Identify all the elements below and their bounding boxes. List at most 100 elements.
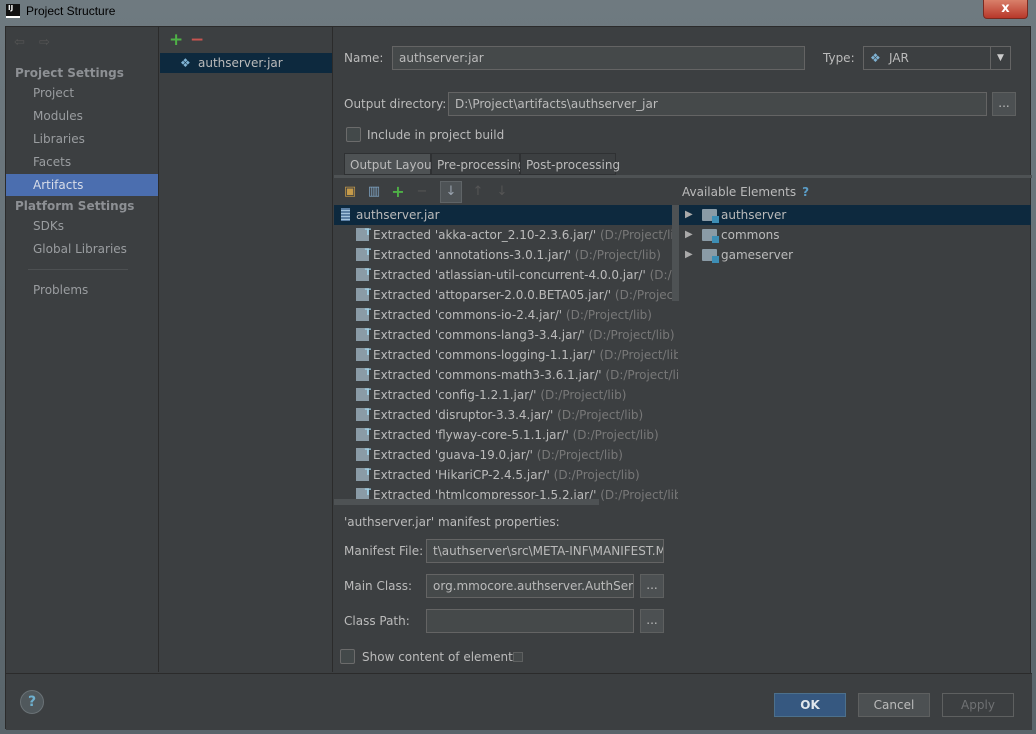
settings-sidebar: ⇦ ⇨ Project Settings Project Modules Lib…	[6, 27, 159, 672]
ok-button[interactable]: OK	[774, 693, 846, 717]
tree-row-jar-name: 'annotations-3.0.1.jar/'	[434, 248, 571, 262]
tree-row-extracted-jar[interactable]: Extracted 'flyway-core-5.1.1.jar/' (D:/P…	[334, 423, 678, 445]
include-in-build-checkbox[interactable]	[346, 127, 361, 142]
tree-row-jar-name: 'commons-math3-3.6.1.jar/'	[434, 368, 602, 382]
expand-triangle-icon[interactable]: ▶	[685, 225, 693, 245]
add-artifact-button[interactable]: +	[169, 30, 183, 50]
move-down-icon[interactable]: ↓	[494, 184, 510, 200]
tree-row-extracted-jar[interactable]: Extracted 'commons-logging-1.1.jar/' (D:…	[334, 343, 678, 365]
tree-row-extracted-jar[interactable]: Extracted 'commons-io-2.4.jar/' (D:/Proj…	[334, 303, 678, 325]
tree-row-extracted-jar[interactable]: Extracted 'atlassian-util-concurrent-4.0…	[334, 263, 678, 285]
tree-row-prefix: Extracted	[373, 248, 431, 262]
project-settings-header: Project Settings	[15, 66, 124, 80]
tree-row-jar-name: 'atlassian-util-concurrent-4.0.0.jar/'	[434, 268, 646, 282]
show-content-checkbox[interactable]	[340, 649, 355, 664]
name-label: Name:	[344, 51, 384, 65]
manifest-file-input[interactable]: t\authserver\src\META-INF\MANIFEST.MF	[426, 539, 664, 563]
browse-class-path-button[interactable]: ...	[640, 609, 664, 633]
tree-row-path: (D:/Project/lib)	[599, 348, 678, 362]
tree-row-path: (D:/Project/lib)	[572, 428, 659, 442]
artifact-item-authserver-jar[interactable]: ❖ authserver:jar	[160, 53, 332, 73]
available-module-gameserver[interactable]: ▶ gameserver	[679, 245, 1031, 265]
tab-pre-processing[interactable]: Pre-processing	[431, 153, 525, 175]
tree-root-label: authserver.jar	[356, 208, 440, 222]
tree-row-path: (D:/Project/lib)	[600, 488, 678, 502]
tree-row-extracted-jar[interactable]: Extracted 'guava-19.0.jar/' (D:/Project/…	[334, 443, 678, 465]
browse-main-class-button[interactable]: ...	[640, 574, 664, 598]
class-path-input[interactable]	[426, 609, 634, 633]
expand-triangle-icon[interactable]: ▶	[685, 205, 693, 225]
tree-row-extracted-jar[interactable]: Extracted 'commons-math3-3.6.1.jar/' (D:…	[334, 363, 678, 385]
tree-row-path: (D:/Project/lib)	[588, 328, 675, 342]
sidebar-item-sdks[interactable]: SDKs	[6, 215, 158, 237]
add-copy-icon[interactable]: +	[390, 184, 406, 200]
manifest-properties-title: 'authserver.jar' manifest properties:	[344, 515, 560, 529]
cancel-button[interactable]: Cancel	[858, 693, 930, 717]
sort-elements-icon[interactable]: ↓	[440, 181, 462, 203]
available-module-authserver[interactable]: ▶ authserver	[679, 205, 1031, 225]
help-button[interactable]: ?	[20, 690, 44, 714]
available-module-label: commons	[721, 228, 780, 242]
extracted-archive-icon	[356, 463, 371, 483]
expand-triangle-icon[interactable]: ▶	[685, 245, 693, 265]
tree-row-extracted-jar[interactable]: Extracted 'commons-lang3-3.4.jar/' (D:/P…	[334, 323, 678, 345]
sidebar-item-facets[interactable]: Facets	[6, 151, 158, 173]
extracted-archive-icon	[356, 303, 371, 323]
main-class-input[interactable]: org.mmocore.authserver.AuthServer	[426, 574, 634, 598]
available-module-commons[interactable]: ▶ commons	[679, 225, 1031, 245]
tree-row-extracted-jar[interactable]: Extracted 'disruptor-3.3.4.jar/' (D:/Pro…	[334, 403, 678, 425]
tree-row-path: (D:/Project/lib)	[553, 468, 640, 482]
project-structure-window: IJ Project Structure x ⇦ ⇨ Project Setti…	[0, 0, 1036, 734]
show-content-options-icon[interactable]	[513, 652, 523, 662]
chevron-down-icon[interactable]: ▼	[990, 47, 1010, 69]
output-directory-input[interactable]: D:\Project\artifacts\authserver_jar	[448, 92, 987, 116]
sidebar-item-project[interactable]: Project	[6, 82, 158, 104]
layout-tree-horizontal-scrollbar[interactable]	[334, 499, 599, 505]
tree-row-prefix: Extracted	[373, 368, 431, 382]
module-folder-icon	[702, 229, 719, 243]
sidebar-item-libraries[interactable]: Libraries	[6, 128, 158, 150]
sidebar-item-modules[interactable]: Modules	[6, 105, 158, 127]
tree-row-extracted-jar[interactable]: Extracted 'attoparser-2.0.0.BETA05.jar/'…	[334, 283, 678, 305]
forward-arrow-icon[interactable]: ⇨	[39, 35, 50, 50]
create-directory-icon[interactable]: ▣	[342, 184, 358, 200]
move-up-icon[interactable]: ↑	[470, 184, 486, 200]
layout-tree-vertical-scrollbar[interactable]	[672, 205, 679, 301]
tree-row-prefix: Extracted	[373, 268, 431, 282]
close-button[interactable]: x	[983, 0, 1028, 19]
tree-row-jar-name: 'commons-lang3-3.4.jar/'	[434, 328, 585, 342]
tree-row-extracted-jar[interactable]: Extracted 'config-1.2.1.jar/' (D:/Projec…	[334, 383, 678, 405]
name-input[interactable]: authserver:jar	[392, 46, 805, 70]
tree-row-extracted-jar[interactable]: Extracted 'HikariCP-2.4.5.jar/' (D:/Proj…	[334, 463, 678, 485]
tree-row-path: (D:/Project/lib)	[574, 248, 661, 262]
jar-archive-icon	[341, 208, 350, 221]
tab-post-processing[interactable]: Post-processing	[520, 153, 620, 175]
sidebar-item-artifacts[interactable]: Artifacts	[6, 174, 158, 196]
sidebar-item-problems[interactable]: Problems	[6, 279, 158, 301]
extracted-archive-icon	[356, 363, 371, 383]
tree-row-prefix: Extracted	[373, 388, 431, 402]
artifact-editor: Name: authserver:jar Type: ❖ JAR ▼ Outpu…	[334, 27, 1032, 672]
tab-output-layout[interactable]: Output Layout	[344, 153, 436, 175]
artifact-item-label: authserver:jar	[198, 56, 283, 70]
create-archive-icon[interactable]: ▥	[366, 184, 382, 200]
type-select[interactable]: ❖ JAR ▼	[863, 46, 1011, 70]
sidebar-item-global-libraries[interactable]: Global Libraries	[6, 238, 158, 260]
tree-row-jar-name: 'commons-io-2.4.jar/'	[434, 308, 563, 322]
tree-row-extracted-jar[interactable]: Extracted 'akka-actor_2.10-2.3.6.jar/' (…	[334, 223, 678, 245]
remove-icon[interactable]: −	[414, 184, 430, 200]
tree-row-prefix: Extracted	[373, 428, 431, 442]
output-directory-label: Output directory:	[344, 97, 447, 111]
tree-row-extracted-jar[interactable]: Extracted 'annotations-3.0.1.jar/' (D:/P…	[334, 243, 678, 265]
apply-button[interactable]: Apply	[942, 693, 1014, 717]
available-module-label: gameserver	[721, 248, 794, 262]
output-layout-tree[interactable]: authserver.jar Extracted 'akka-actor_2.1…	[334, 205, 678, 505]
tree-row-jar-name: 'disruptor-3.3.4.jar/'	[434, 408, 554, 422]
back-arrow-icon[interactable]: ⇦	[14, 35, 25, 50]
title-bar: IJ Project Structure x	[0, 0, 1036, 24]
help-icon[interactable]: ?	[802, 185, 809, 199]
remove-artifact-button[interactable]: −	[190, 30, 204, 50]
window-title: Project Structure	[26, 4, 116, 18]
tree-root-authserver-jar[interactable]: authserver.jar	[334, 205, 678, 225]
browse-output-directory-button[interactable]: ...	[992, 92, 1016, 116]
